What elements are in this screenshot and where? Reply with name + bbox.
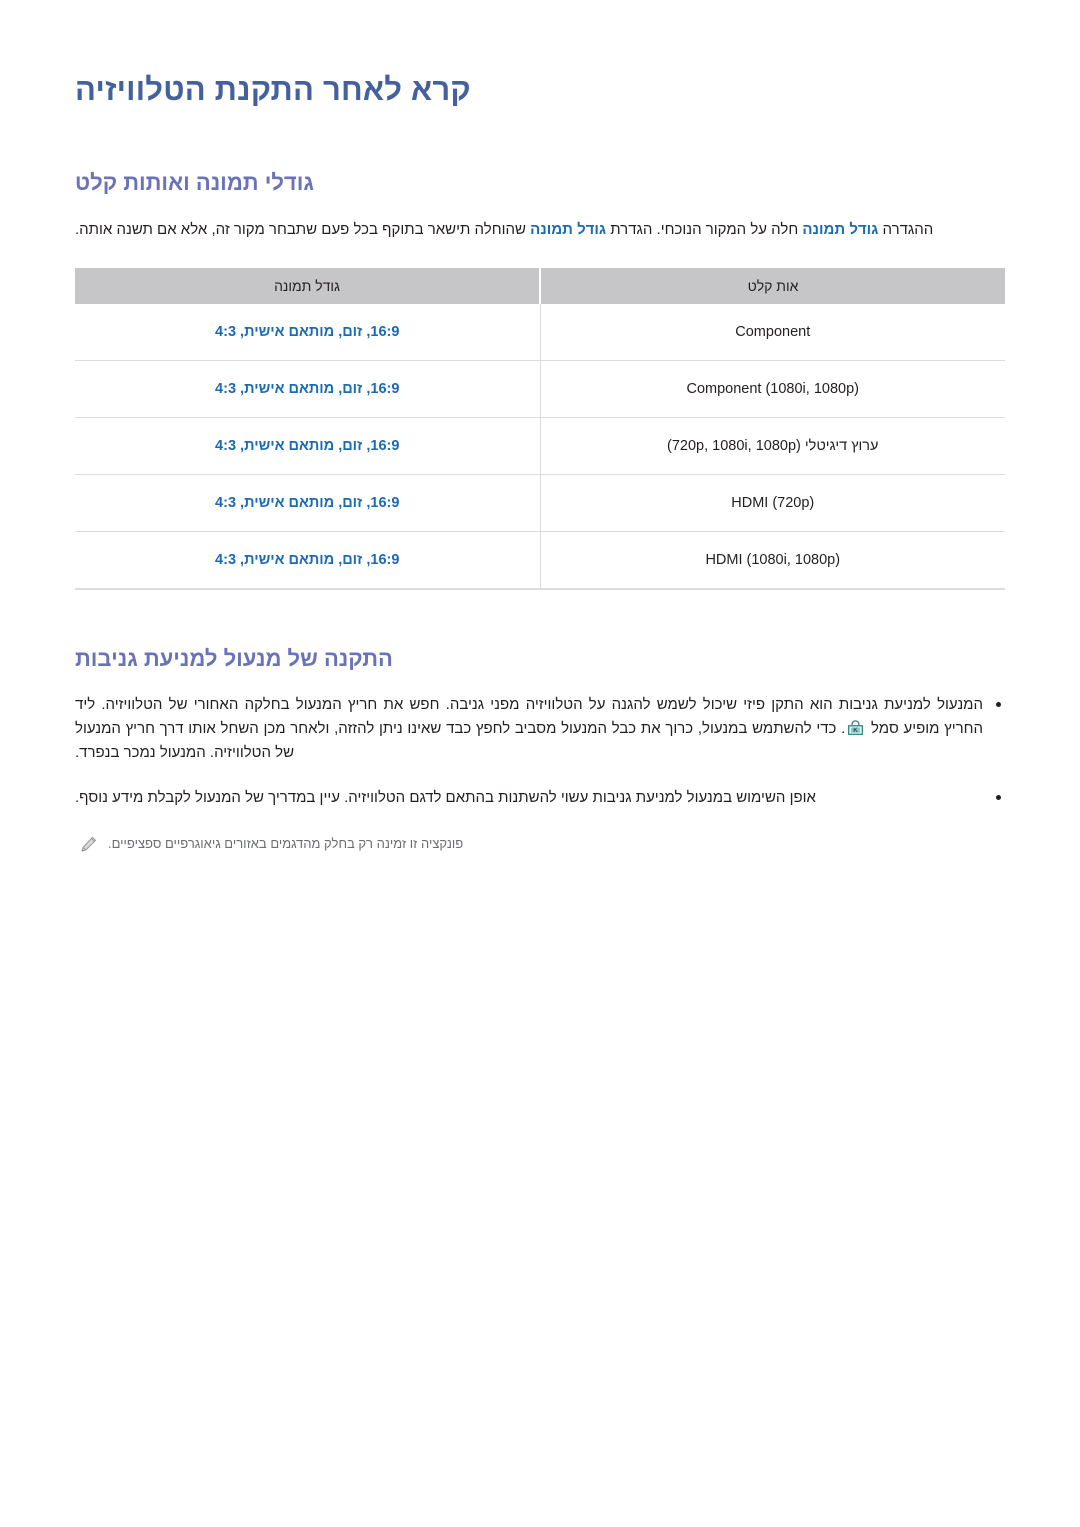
pencil-icon <box>79 835 98 854</box>
bullet-dot-icon <box>996 794 1001 800</box>
picture-size-signal-table: אות קלט גודל תמונה Component 16:9, זום, … <box>75 268 1005 591</box>
table-body: Component 16:9, זום, מותאם אישית, 4:3 Co… <box>75 304 1005 591</box>
list-item: אופן השימוש במנעול למניעת גניבות עשוי לה… <box>75 766 1005 810</box>
cell-picture-size: 16:9, זום, מותאם אישית, 4:3 <box>75 417 540 476</box>
table-row: HDMI (720p) 16:9, זום, מותאם אישית, 4:3 <box>75 474 1005 533</box>
section-heading-anti-theft-lock: התקנה של מנעול למניעת גניבות <box>75 646 393 672</box>
column-header-picture-size: גודל תמונה <box>75 268 540 305</box>
table-row: Component (1080i, 1080p) 16:9, זום, מותא… <box>75 360 1005 419</box>
table-row: ערוץ דיגיטלי (720p, 1080i, 1080p) 16:9, … <box>75 417 1005 476</box>
document-page: קרא לאחר התקנת הטלוויזיה גודלי תמונה ואו… <box>0 0 1080 1527</box>
intro-highlight-picture-size-2: גודל תמונה <box>530 221 607 239</box>
picture-size-intro-paragraph: ההגדרה גודל תמונה חלה על המקור הנוכחי. ה… <box>75 196 1005 242</box>
cell-picture-size: 16:9, זום, מותאם אישית, 4:3 <box>75 531 540 591</box>
table-header-row: אות קלט גודל תמונה <box>75 268 1005 305</box>
list-item: המנעול למניעת גניבות הוא התקן פיזי שיכול… <box>75 673 1005 766</box>
cell-picture-size: 16:9, זום, מותאם אישית, 4:3 <box>75 304 540 362</box>
page-title: קרא לאחר התקנת הטלוויזיה <box>75 72 471 107</box>
section-heading-picture-sizes: גודלי תמונה ואותות קלט <box>75 169 314 195</box>
table-row: HDMI (1080i, 1080p) 16:9, זום, מותאם איש… <box>75 531 1005 591</box>
intro-highlight-picture-size-1: גודל תמונה <box>802 221 879 239</box>
bullet-dot-icon <box>996 701 1001 707</box>
cell-input-signal: HDMI (1080i, 1080p) <box>539 531 1005 591</box>
cell-input-signal: Component (1080i, 1080p) <box>539 360 1005 419</box>
cell-picture-size: 16:9, זום, מותאם אישית, 4:3 <box>75 474 540 533</box>
cell-input-signal: Component <box>539 304 1005 362</box>
cell-input-signal: HDMI (720p) <box>539 474 1005 533</box>
column-header-input-signal: אות קלט <box>539 268 1005 305</box>
footnote: פונקציה זו זמינה רק בחלק מהדגמים באזורים… <box>75 834 1005 854</box>
kensington-lock-icon: K <box>847 719 864 736</box>
table-row: Component 16:9, זום, מותאם אישית, 4:3 <box>75 304 1005 362</box>
footnote-text: פונקציה זו זמינה רק בחלק מהדגמים באזורים… <box>108 835 464 851</box>
bullet-text-after-icon: . כדי להשתמש במנעול, כרוך את כבל המנעול … <box>75 720 846 762</box>
cell-picture-size: 16:9, זום, מותאם אישית, 4:3 <box>75 360 540 419</box>
intro-text-part-3: שהוחלה תישאר בתוקף בכל פעם שתבחר מקור זה… <box>75 221 531 239</box>
anti-theft-bullet-list: המנעול למניעת גניבות הוא התקן פיזי שיכול… <box>75 673 1005 810</box>
intro-text-part-2: חלה על המקור הנוכחי. הגדרת <box>606 221 803 239</box>
bullet-text: אופן השימוש במנעול למניעת גניבות עשוי לה… <box>75 788 816 806</box>
svg-text:K: K <box>854 727 859 734</box>
intro-text-part-1: ההגדרה <box>878 221 934 239</box>
cell-input-signal: ערוץ דיגיטלי (720p, 1080i, 1080p) <box>539 417 1005 476</box>
